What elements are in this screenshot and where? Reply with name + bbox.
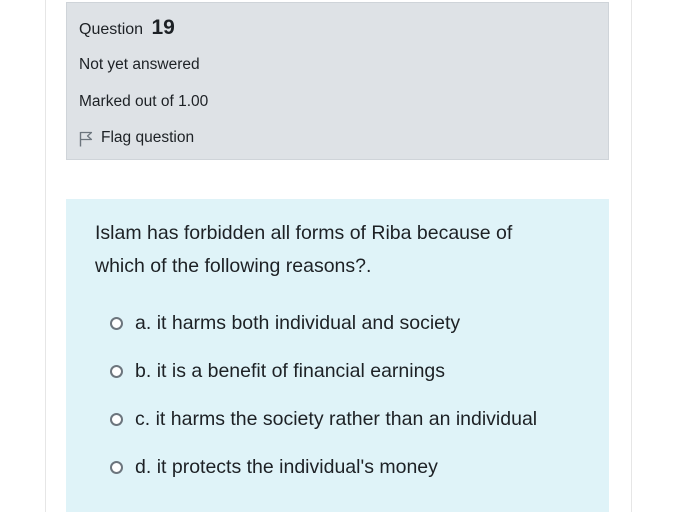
quiz-page: Question 19 Not yet answered Marked out …: [0, 0, 700, 512]
answer-option-d[interactable]: d. it protects the individual's money: [110, 456, 438, 479]
question-grade: Marked out of 1.00: [79, 93, 209, 110]
radio-button-b[interactable]: [110, 365, 123, 378]
option-text-d: it protects the individual's money: [156, 456, 438, 478]
flag-question-label: Flag question: [101, 129, 195, 146]
option-letter-a: a.: [135, 312, 152, 334]
option-letter-c: c.: [135, 408, 151, 430]
radio-button-c[interactable]: [110, 413, 123, 426]
question-text-line-1: Islam has forbidden all forms of Riba be…: [95, 222, 513, 244]
radio-button-a[interactable]: [110, 317, 123, 330]
question-heading: Question 19: [79, 16, 175, 40]
question-number: 19: [151, 16, 175, 39]
flag-outline-icon: [79, 131, 93, 147]
question-state: Not yet answered: [79, 56, 200, 73]
answer-option-b[interactable]: b. it is a benefit of financial earnings: [110, 360, 445, 383]
question-text-line-2: which of the following reasons?.: [95, 255, 372, 277]
answer-option-a[interactable]: a. it harms both individual and society: [110, 312, 460, 335]
flag-question-button[interactable]: Flag question: [79, 129, 194, 147]
option-letter-d: d.: [135, 456, 152, 478]
radio-button-d[interactable]: [110, 461, 123, 474]
question-content: Islam has forbidden all forms of Riba be…: [66, 199, 609, 512]
option-text-a: it harms both individual and society: [156, 312, 461, 334]
option-letter-b: b.: [135, 360, 152, 382]
option-text-b: it is a benefit of financial earnings: [156, 360, 446, 382]
question-text: Islam has forbidden all forms of Riba be…: [95, 217, 585, 283]
question-info-panel: Question 19 Not yet answered Marked out …: [66, 2, 609, 160]
answer-option-c[interactable]: c. it harms the society rather than an i…: [110, 408, 537, 431]
question-prefix: Question: [79, 21, 144, 38]
option-text-c: it harms the society rather than an indi…: [155, 408, 538, 430]
